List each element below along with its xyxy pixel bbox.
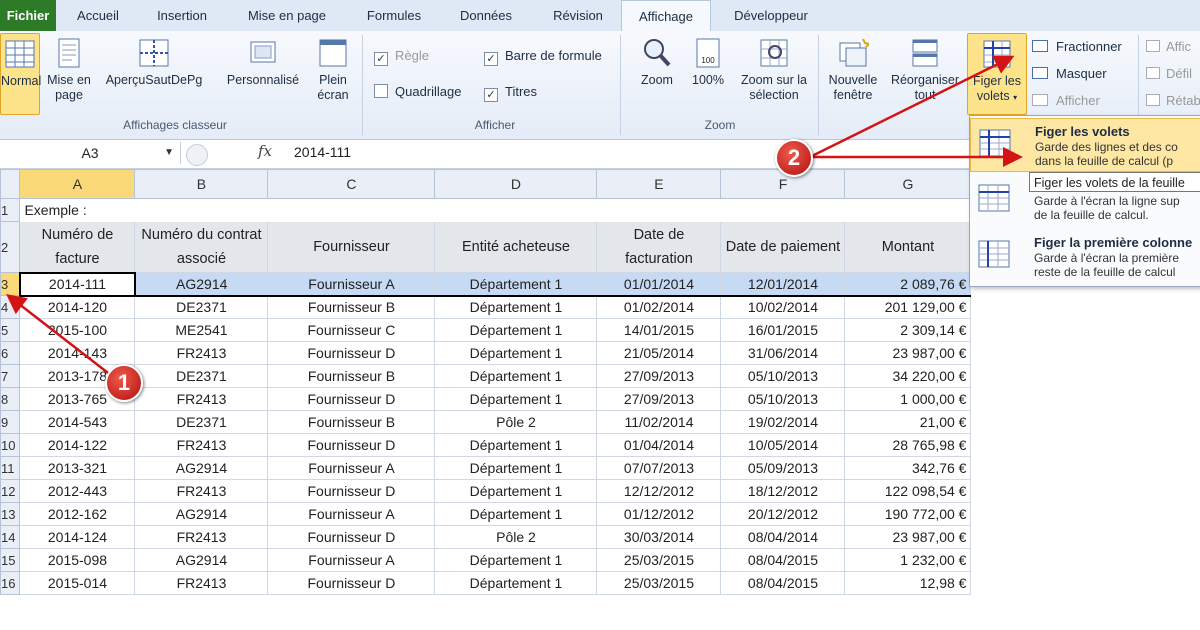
annotation-badge-2: 2	[775, 139, 813, 177]
arrow-to-freeze-button	[811, 55, 1015, 158]
arrow-to-cell-a3	[6, 293, 113, 377]
annotation-arrows	[6, 55, 1023, 377]
annotation-badge-1: 1	[105, 364, 143, 402]
